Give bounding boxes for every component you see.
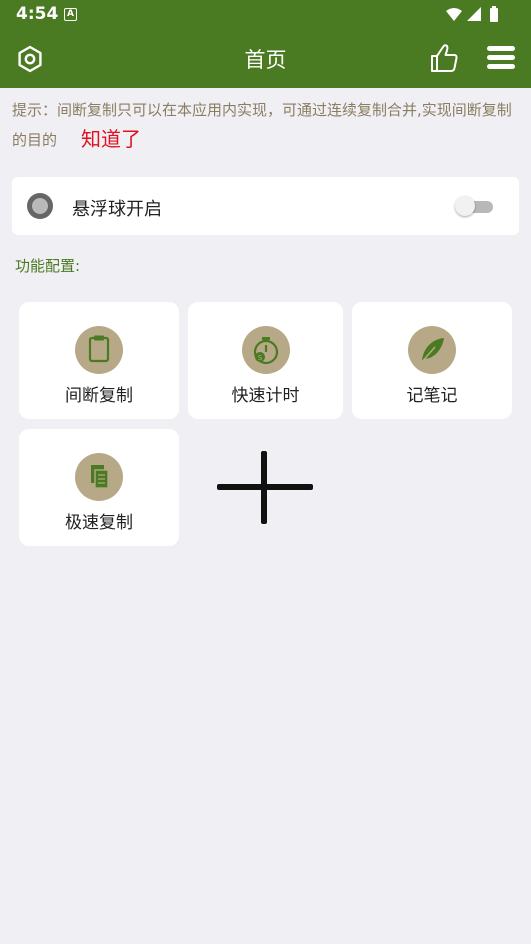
copy-documents-icon [75,453,123,501]
menu-icon[interactable] [487,46,515,72]
signal-icon [467,7,481,21]
battery-icon [490,6,498,22]
stopwatch-icon: S [241,326,290,374]
function-tile-label: 极速复制 [65,513,133,533]
section-label: 功能配置: [15,257,81,275]
status-time: 4:54 [16,4,59,24]
thumbs-up-icon[interactable] [429,42,459,74]
function-tile-fast-copy[interactable]: 极速复制 [19,429,179,546]
function-tile-take-notes[interactable]: 记笔记 [352,302,512,419]
svg-text:S: S [257,354,262,362]
plus-icon[interactable] [215,449,315,527]
function-tile-quick-timer[interactable]: S 快速计时 [188,302,343,419]
status-bar: 4:54 A [0,0,531,30]
float-ball-toggle[interactable] [455,196,495,216]
hint-banner: 提示：间断复制只可以在本应用内实现，可通过连续复制合并,实现间断复制的目的 知道了 [12,96,520,155]
function-tile-label: 间断复制 [65,386,133,406]
function-tile-label: 快速计时 [231,386,300,406]
app-bar: 首页 [0,30,531,88]
function-tile-interval-copy[interactable]: 间断复制 [19,302,179,419]
clipboard-icon [75,326,123,374]
function-tile-label: 记笔记 [406,386,458,406]
notification-icon: A [64,8,77,21]
float-ball-icon [27,193,53,219]
float-ball-card: 悬浮球开启 [12,177,519,235]
feather-icon [408,326,456,374]
float-ball-label: 悬浮球开启 [72,199,162,220]
dismiss-hint-button[interactable]: 知道了 [81,127,141,151]
wifi-icon [446,8,462,21]
system-status-icons [445,6,517,28]
top-bar: 4:54 A 首页 [0,0,531,88]
